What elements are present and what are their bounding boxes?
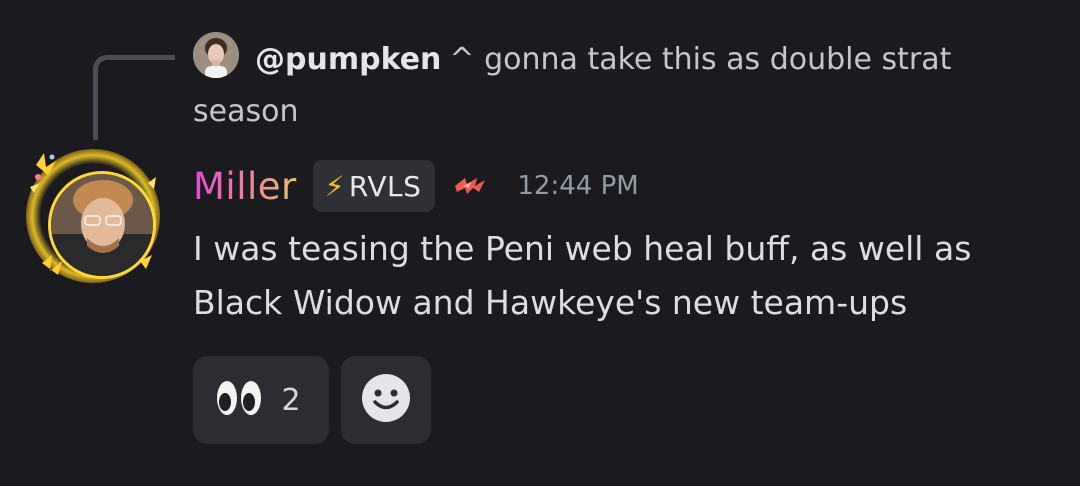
lightning-icon: ⚡ — [324, 169, 345, 203]
reaction-count: 2 — [281, 382, 301, 418]
guild-tag-chip[interactable]: ⚡ RVLS — [312, 160, 436, 212]
message-timestamp[interactable]: 12:44 PM — [517, 171, 638, 201]
author-avatar[interactable] — [22, 143, 164, 285]
smiley-icon — [360, 372, 412, 428]
author-username[interactable]: Miller — [193, 165, 297, 208]
reply-caret: ^ — [449, 42, 475, 77]
reactions-bar: 2 — [193, 356, 431, 444]
guild-tag-label: RVLS — [348, 169, 422, 203]
eyes-emoji-icon — [215, 379, 263, 421]
add-reaction-button[interactable] — [341, 356, 431, 444]
reply-preview[interactable]: @pumpken ^ gonna take this as double stra… — [193, 34, 993, 138]
avatar-photo — [48, 171, 156, 279]
reaction-eyes[interactable]: 2 — [193, 356, 329, 444]
rivals-logo-icon[interactable] — [453, 174, 487, 198]
reply-username[interactable]: @pumpken — [255, 42, 441, 77]
message-header: Miller ⚡ RVLS 12:44 PM — [193, 158, 639, 214]
reply-spine — [93, 55, 175, 140]
message-text: I was teasing the Peni web heal buff, as… — [193, 229, 972, 322]
